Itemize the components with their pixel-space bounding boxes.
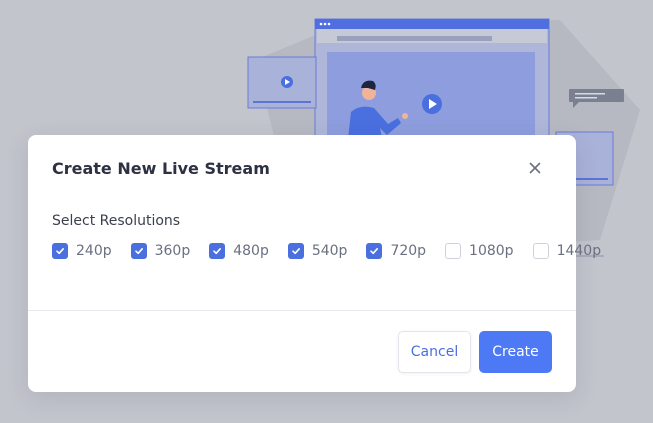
dialog-title: Create New Live Stream <box>52 159 270 178</box>
resolution-option-480p[interactable]: 480p <box>209 243 269 259</box>
resolution-label-540p: 540p <box>311 243 348 259</box>
resolution-label-240p: 240p <box>76 243 112 259</box>
create-button[interactable]: Create <box>479 331 552 373</box>
resolution-option-720p[interactable]: 720p <box>366 243 426 259</box>
resolution-option-1440p[interactable]: 1440p <box>532 243 602 259</box>
close-button[interactable] <box>526 159 544 177</box>
resolution-option-240p[interactable]: 240p <box>52 243 112 259</box>
checkbox-360p[interactable] <box>130 243 147 259</box>
checkbox-720p[interactable] <box>366 243 383 259</box>
cancel-button[interactable]: Cancel <box>398 331 471 373</box>
create-live-stream-dialog: Create New Live Stream Select Resolution… <box>28 135 601 392</box>
checkbox-1080p[interactable] <box>445 243 462 259</box>
resolution-label-360p: 360p <box>154 243 191 259</box>
checkmark-icon <box>134 248 143 255</box>
resolution-option-1080p[interactable]: 1080p <box>445 243 514 259</box>
resolution-label-720p: 720p <box>390 243 427 259</box>
resolution-options: 240p 360p 480p 540p 720p 1080p 1440p <box>52 241 620 261</box>
checkmark-icon <box>292 248 300 255</box>
dialog-footer-divider <box>28 310 576 311</box>
resolution-label-480p: 480p <box>233 243 269 259</box>
resolution-option-360p[interactable]: 360p <box>130 243 191 259</box>
checkmark-icon <box>370 248 379 255</box>
checkbox-540p[interactable] <box>287 243 304 259</box>
floating-player-left-illustration <box>247 56 317 109</box>
checkbox-1440p[interactable] <box>532 243 549 259</box>
checkmark-icon <box>56 248 64 255</box>
checkmark-icon <box>213 248 222 255</box>
checkbox-480p[interactable] <box>209 243 226 259</box>
resolution-label-1440p: 1440p <box>556 243 602 259</box>
browser-window-illustration <box>314 18 550 150</box>
resolution-label-1080p: 1080p <box>469 243 514 259</box>
checkbox-240p[interactable] <box>52 243 68 259</box>
resolution-option-540p[interactable]: 540p <box>287 243 348 259</box>
select-resolutions-label: Select Resolutions <box>52 213 181 229</box>
close-icon <box>529 162 541 174</box>
